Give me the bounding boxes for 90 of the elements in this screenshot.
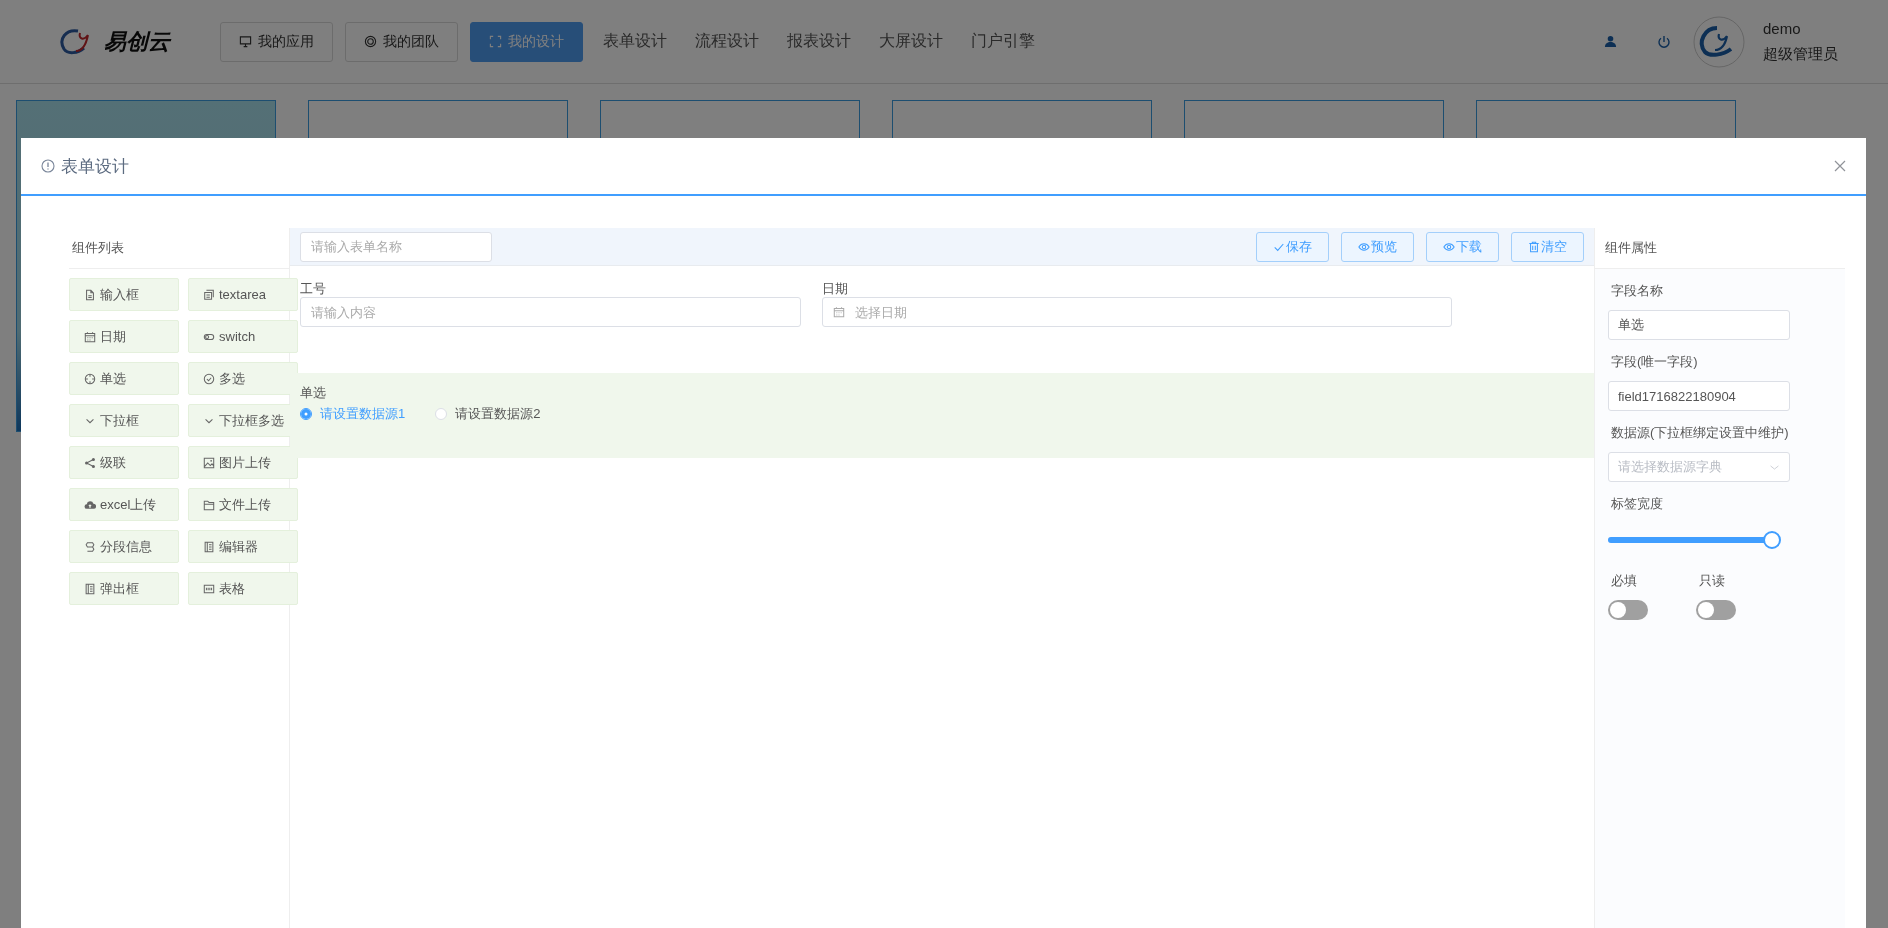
component-item[interactable]: 编辑器 [188,530,298,563]
component-label: 级联 [100,453,126,472]
calendar-icon [833,306,845,318]
component-label: 分段信息 [100,537,152,556]
component-item[interactable]: 弹出框 [69,572,179,605]
component-item[interactable]: switch [188,320,298,353]
component-item[interactable]: 级联 [69,446,179,479]
field-label: 单选 [300,385,326,400]
component-label: 下拉框多选 [219,411,284,430]
field-label: 日期 [822,280,849,297]
cloud-upload-icon [84,498,96,511]
avatar[interactable] [1693,15,1745,68]
radio-label: 请设置数据源2 [455,405,541,423]
target-icon [364,35,377,48]
table-icon [203,582,215,595]
nav-button[interactable]: 我的应用 [220,21,333,62]
panel-title: 组件属性 [1595,228,1845,269]
component-label: 多选 [219,369,245,388]
field-label: 工号 [300,280,327,297]
user-icon[interactable] [1604,35,1617,48]
selected-field-area[interactable]: 单选 请设置数据源1 请设置数据源2 [290,373,1594,458]
notebook-icon [203,540,215,553]
nav-link[interactable]: 大屏设计 [871,31,951,52]
close-icon[interactable] [1834,160,1846,172]
component-label: excel上传 [100,495,157,514]
radio-button[interactable] [300,408,312,420]
text-input[interactable]: 请输入内容 [300,297,801,327]
nav-link[interactable]: 门户引擎 [963,31,1043,52]
form-name-input[interactable]: 请输入表单名称 [300,231,492,262]
slider-handle[interactable] [1763,531,1781,549]
component-label: 表格 [219,579,245,598]
component-label: textarea [219,287,266,302]
component-item[interactable]: 日期 [69,320,179,353]
panel-title: 组件列表 [69,228,289,269]
switch-label: 必填 [1611,572,1638,590]
logo-text: 易创云 [104,27,170,56]
user-role: 超级管理员 [1763,44,1838,64]
property-label: 标签宽度 [1611,495,1664,513]
crosshair-icon [84,372,96,385]
component-item[interactable]: 多选 [188,362,298,395]
property-label: 数据源(下拉框绑定设置中维护) [1611,424,1790,442]
component-label: 弹出框 [100,579,139,598]
component-label: 输入框 [100,285,139,304]
radio-label: 请设置数据源1 [320,405,406,423]
folder-icon [203,498,215,511]
component-item[interactable]: excel上传 [69,488,179,521]
select-placeholder: 请选择数据源字典 [1618,458,1722,476]
component-item[interactable]: 输入框 [69,278,179,311]
monitor-icon [239,35,252,48]
component-label: switch [219,329,256,344]
component-item[interactable]: 文件上传 [188,488,298,521]
image-icon [203,456,215,469]
component-item[interactable]: 图片上传 [188,446,298,479]
check-circle-icon [203,372,215,385]
text-input[interactable]: 单选 [1608,310,1790,340]
toggle-switch[interactable] [1608,600,1648,620]
component-label: 单选 [100,369,126,388]
nav-link[interactable]: 表单设计 [595,31,675,52]
text-input[interactable]: field1716822180904 [1608,381,1790,411]
property-label: 字段(唯一字段) [1611,353,1699,371]
nav-button[interactable]: 我的团队 [345,21,458,62]
component-item[interactable]: 分段信息 [69,530,179,563]
calendar-icon [84,330,96,343]
info-icon [41,159,55,173]
component-label: 编辑器 [219,537,258,556]
modal-title: 表单设计 [61,155,129,178]
frame-corners-icon [489,35,502,48]
eye-icon [1443,240,1455,253]
document-icon [84,288,96,301]
date-input[interactable]: 选择日期 [822,297,1452,327]
component-item[interactable]: 单选 [69,362,179,395]
component-item[interactable]: 表格 [188,572,298,605]
copy-icon [203,288,215,301]
nav-link[interactable]: 流程设计 [687,31,767,52]
nav-link[interactable]: 报表设计 [779,31,859,52]
component-label: 文件上传 [219,495,271,514]
power-icon[interactable] [1657,34,1671,49]
share-icon [84,456,96,469]
property-label: 字段名称 [1611,282,1664,300]
component-label: 图片上传 [219,453,271,472]
component-item[interactable]: 下拉框 [69,404,179,437]
trash-icon [1528,240,1540,253]
eye-icon [1358,240,1370,253]
component-item[interactable]: textarea [188,278,298,311]
toggle-switch[interactable] [1696,600,1736,620]
user-name: demo [1763,19,1802,37]
switch-label: 只读 [1699,572,1726,590]
component-label: 日期 [100,327,126,346]
component-label: 下拉框 [100,411,139,430]
notebook-icon [84,582,96,595]
